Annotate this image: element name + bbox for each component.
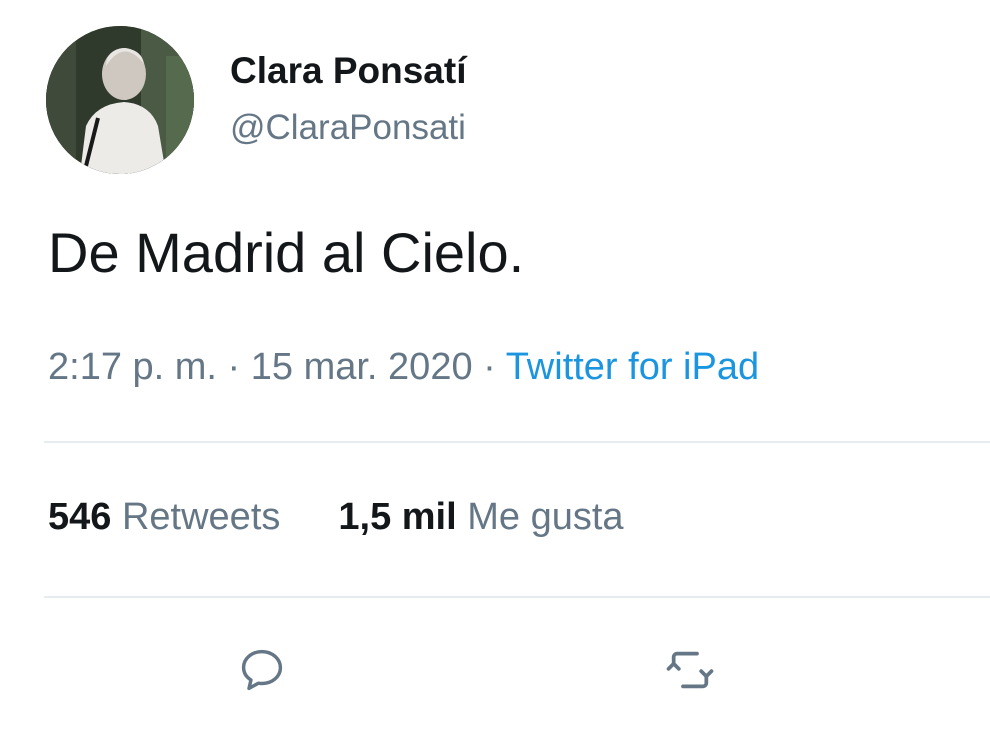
tweet-time[interactable]: 2:17 p. m. bbox=[48, 346, 217, 388]
retweet-icon bbox=[666, 651, 714, 689]
divider bbox=[44, 596, 990, 598]
retweets-stat[interactable]: 546 Retweets bbox=[48, 496, 280, 538]
tweet-date[interactable]: 15 mar. 2020 bbox=[251, 346, 473, 388]
tweet-source-link[interactable]: Twitter for iPad bbox=[506, 346, 759, 388]
avatar[interactable] bbox=[46, 26, 194, 174]
retweets-label: Retweets bbox=[121, 496, 281, 538]
reply-icon bbox=[241, 649, 283, 691]
tweet-meta: 2:17 p. m. · 15 mar. 2020 · Twitter for … bbox=[48, 346, 759, 389]
retweet-button[interactable] bbox=[660, 640, 720, 700]
tweet-text: De Madrid al Cielo. bbox=[48, 221, 525, 284]
meta-separator: · bbox=[483, 346, 496, 388]
tweet-stats: 546 Retweets 1,5 mil Me gusta bbox=[48, 496, 624, 539]
tweet-card: Clara Ponsatí @ClaraPonsati De Madrid al… bbox=[0, 0, 990, 742]
likes-stat[interactable]: 1,5 mil Me gusta bbox=[338, 496, 623, 538]
display-name[interactable]: Clara Ponsatí bbox=[230, 50, 466, 92]
avatar-image bbox=[46, 26, 194, 174]
reply-button[interactable] bbox=[232, 640, 292, 700]
likes-count: 1,5 mil bbox=[338, 496, 457, 538]
divider bbox=[44, 441, 990, 443]
retweets-count: 546 bbox=[48, 496, 112, 538]
meta-separator: · bbox=[227, 346, 241, 388]
likes-label: Me gusta bbox=[467, 496, 624, 538]
user-handle[interactable]: @ClaraPonsati bbox=[230, 108, 466, 148]
